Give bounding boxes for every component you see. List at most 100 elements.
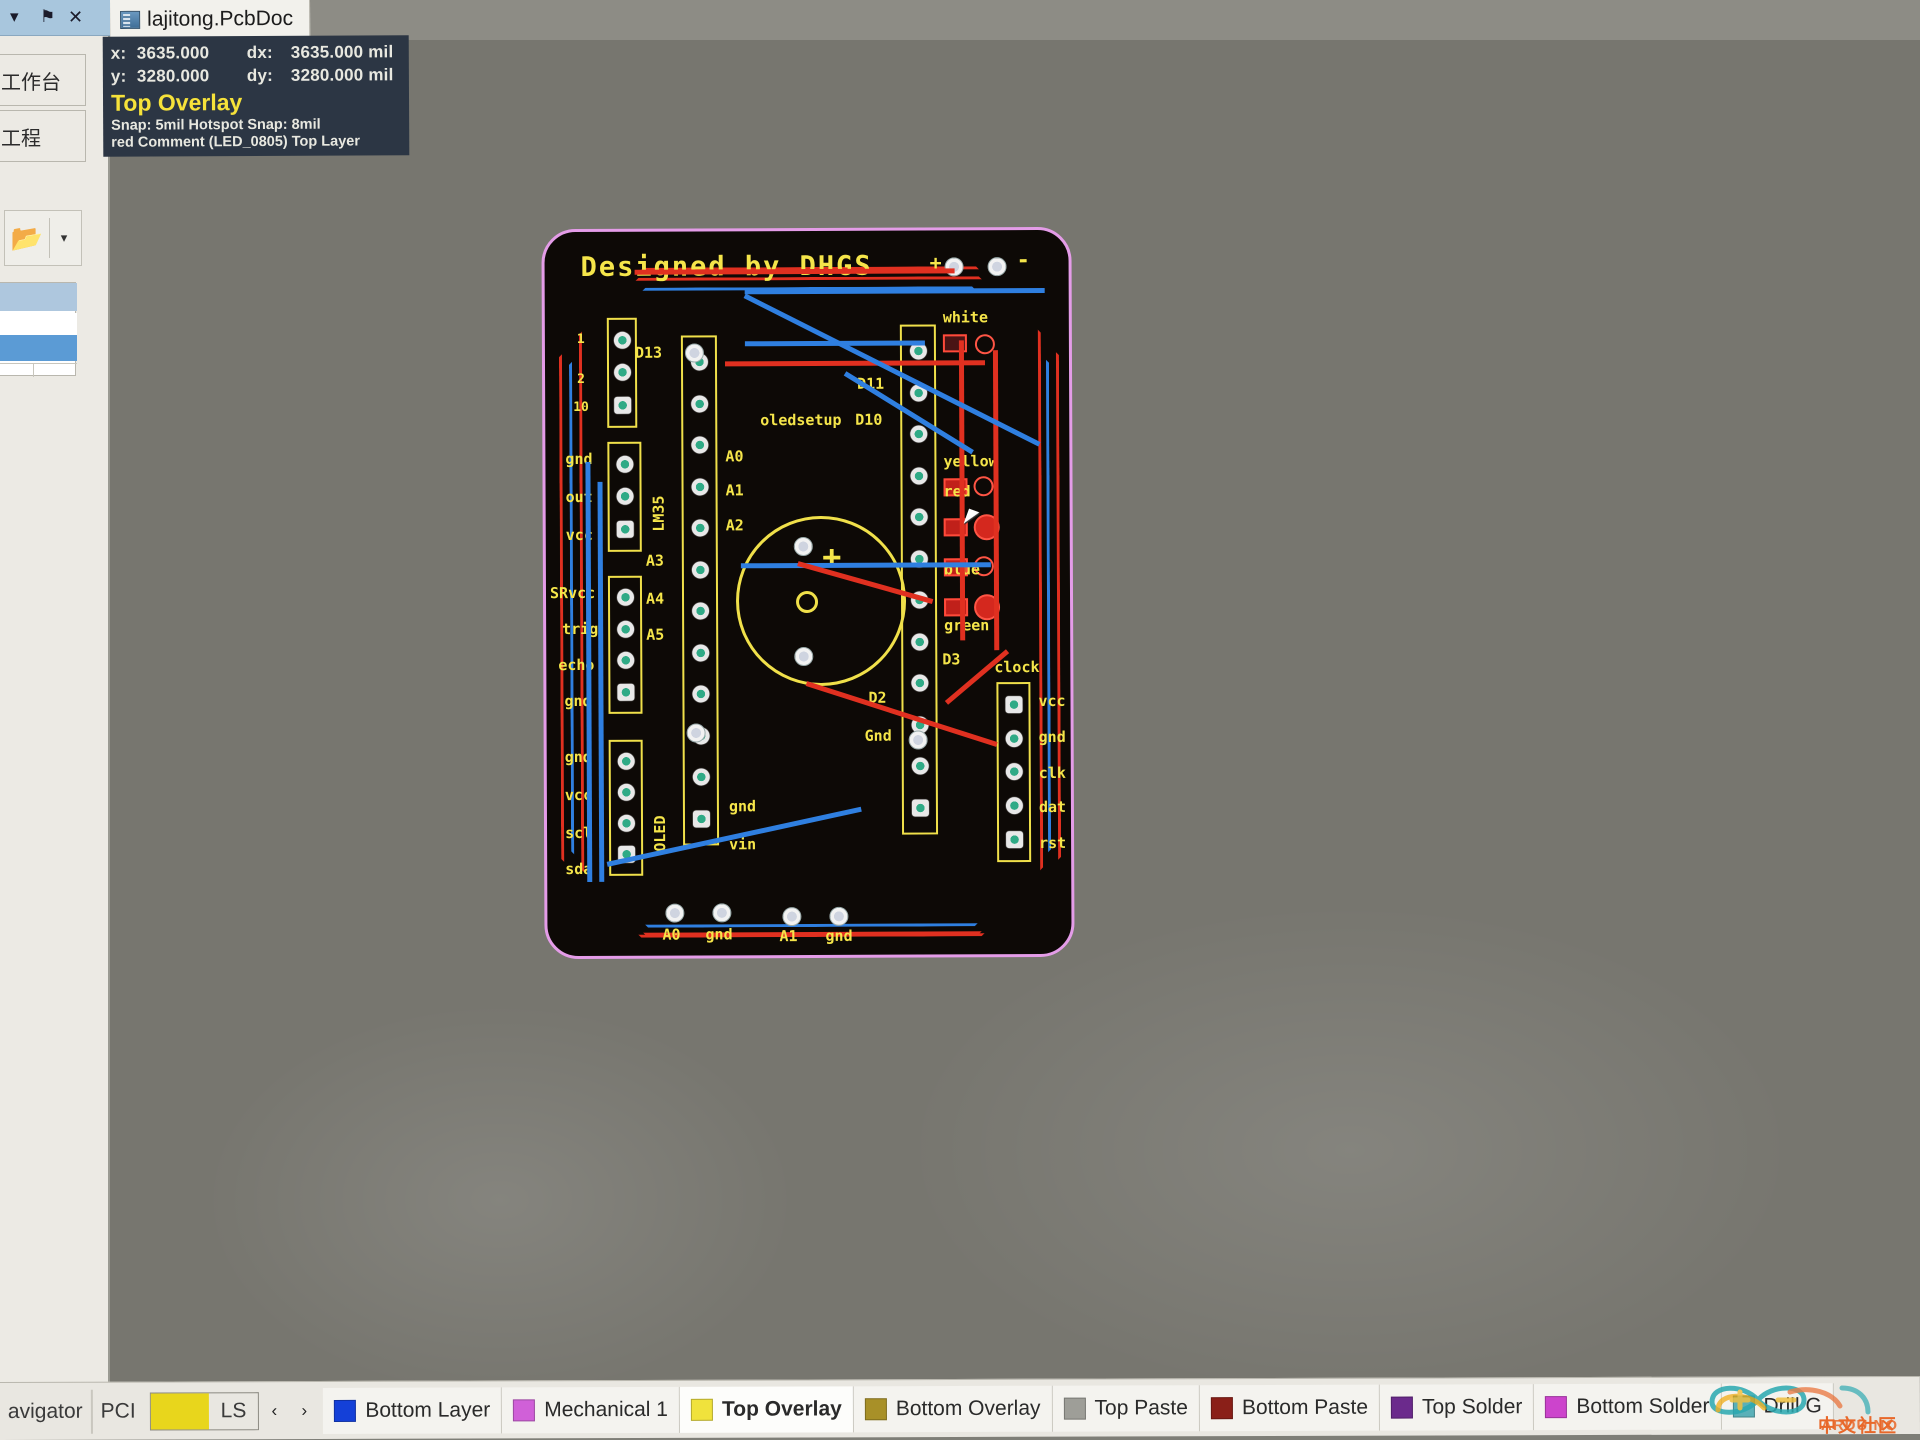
layer-tab-top-solder[interactable]: Top Solder	[1379, 1383, 1535, 1431]
pcb-pad[interactable]	[691, 644, 709, 662]
pcb-pad[interactable]	[690, 395, 708, 413]
pcb-pad-bottom-a0[interactable]	[665, 903, 685, 923]
panel-label-navigator[interactable]: avigator	[0, 1399, 91, 1423]
pcb-pad[interactable]	[616, 652, 634, 670]
pcb-pad[interactable]	[909, 467, 928, 485]
pcb-via-minus[interactable]	[987, 257, 1007, 277]
layer-tab-top-paste[interactable]: Top Paste	[1052, 1384, 1200, 1432]
project-list[interactable]	[0, 282, 77, 377]
pcb-pad[interactable]	[616, 589, 634, 607]
layer-color-swatch-icon	[1063, 1397, 1086, 1420]
pcb-connector-lm35[interactable]	[607, 441, 642, 552]
hud-x-key: x:	[110, 43, 127, 63]
pcb-pad[interactable]	[909, 425, 927, 443]
pcb-pad[interactable]	[911, 799, 929, 817]
pcb-pad[interactable]	[692, 768, 710, 786]
layer-tab-bottom-paste[interactable]: Bottom Paste	[1199, 1384, 1381, 1431]
pcb-led-white-ring[interactable]	[974, 334, 995, 355]
pcb-pad[interactable]	[1005, 830, 1023, 848]
pcb-pad[interactable]	[691, 602, 709, 620]
pcb-pad[interactable]	[615, 455, 633, 473]
pcb-pad[interactable]	[690, 478, 709, 496]
layer-tab-bottom-overlay[interactable]: Bottom Overlay	[853, 1385, 1053, 1432]
hud-snap-info: Snap: 5mil Hotspot Snap: 8mil	[111, 117, 321, 135]
pcb-label-clk-dat: dat	[1038, 797, 1067, 816]
layer-tab-bar[interactable]: avigator PCI LS ‹ › Bottom Layer Mechanic…	[0, 1375, 1920, 1440]
layer-tabs-next-button[interactable]: ›	[289, 1400, 319, 1420]
pcb-pad[interactable]	[691, 519, 709, 537]
pcb-pad[interactable]	[617, 814, 635, 832]
open-project-button-group[interactable]: 📂 ▾	[4, 210, 82, 266]
pcb-pad[interactable]	[613, 331, 631, 349]
layer-tab-bottom-solder[interactable]: Bottom Solder	[1534, 1383, 1722, 1430]
pcb-connector-topleft[interactable]	[606, 317, 638, 428]
layer-color-swatch-icon	[690, 1398, 714, 1421]
pcb-pad[interactable]	[691, 561, 709, 579]
pcb-pad[interactable]	[613, 364, 631, 382]
pcb-pad[interactable]	[616, 520, 634, 538]
pcb-pad[interactable]	[910, 674, 928, 692]
layer-set-widget[interactable]: LS	[149, 1391, 260, 1431]
pcb-buzzer-pad-2[interactable]	[794, 646, 814, 667]
pcb-connector-clock[interactable]	[996, 682, 1032, 863]
layer-tab-bottom-layer[interactable]: Bottom Layer	[323, 1386, 503, 1434]
pcb-pad[interactable]	[1005, 763, 1023, 781]
pcb-label-led-green: green	[944, 616, 990, 635]
pcb-pad-bottom-a1[interactable]	[782, 907, 802, 927]
pcb-label-gnd-hdr: gnd	[728, 797, 757, 816]
panel-section-project-label: 工程	[1, 127, 41, 150]
layer-tab-drill-g[interactable]: Drill G	[1721, 1382, 1834, 1430]
pcb-pad[interactable]	[613, 396, 631, 414]
pin-icon[interactable]: ⚑	[40, 8, 55, 25]
pcb-via[interactable]	[684, 343, 704, 363]
list-item-selected[interactable]	[0, 335, 77, 361]
panel-label-pcb[interactable]: PCI	[93, 1399, 144, 1423]
layer-tab-mechanical-1[interactable]: Mechanical 1	[502, 1386, 681, 1433]
pcb-via[interactable]	[686, 723, 706, 743]
layer-tabs-prev-button[interactable]: ‹	[259, 1401, 289, 1421]
pcb-pad[interactable]	[692, 810, 710, 828]
pcb-pad[interactable]	[1005, 729, 1023, 748]
pcb-connector-digital-header[interactable]	[899, 324, 939, 835]
list-item[interactable]	[0, 313, 77, 335]
list-item[interactable]	[0, 283, 77, 311]
document-tab-lajitong[interactable]: lajitong.PcbDoc	[110, 0, 311, 40]
pcb-pad[interactable]	[1004, 696, 1023, 714]
layer-tab-top-overlay[interactable]: Top Overlay	[679, 1385, 854, 1433]
hud-dx-value: 3635.000 mil	[290, 42, 394, 62]
pcb-board[interactable]: Designed by DHGS + - 1 2 10 gnd out vcc …	[541, 226, 1075, 960]
pcb-pad[interactable]	[911, 757, 929, 775]
pcb-label-a2: A2	[725, 516, 744, 535]
pcb-pad[interactable]	[690, 436, 708, 454]
pcb-pad-bottom-gnd2[interactable]	[829, 906, 849, 926]
close-icon[interactable]: ✕	[68, 8, 83, 26]
layer-color-swatch-icon	[1210, 1396, 1233, 1419]
pcb-via[interactable]	[908, 730, 928, 750]
pcb-pad[interactable]	[910, 633, 928, 651]
chevron-down-icon[interactable]: ▾	[10, 8, 19, 25]
pcb-buzzer-pad-1[interactable]	[793, 536, 813, 557]
panel-section-workbench[interactable]: 工作台	[0, 54, 86, 106]
pcb-connector-sr04[interactable]	[607, 575, 643, 714]
layer-tab-label: Top Overlay	[721, 1396, 842, 1421]
pcb-connector-analog-header[interactable]	[680, 335, 720, 846]
pcb-pad[interactable]	[616, 620, 634, 638]
layer-tabs-container[interactable]: Bottom Layer Mechanical 1 Top Overlay Botto…	[323, 1380, 1834, 1437]
pcb-pad[interactable]	[616, 488, 634, 506]
pcb-pad[interactable]	[691, 685, 709, 703]
pcb-pad[interactable]	[617, 783, 635, 801]
pcb-label-tl1: 1	[576, 331, 585, 348]
pcb-label-clk-clk: clk	[1038, 763, 1066, 782]
left-dock-panel[interactable]: ▾ ⚑ ✕ 工作台 工程 📂 ▾	[0, 0, 110, 1385]
open-folder-icon[interactable]: 📂	[5, 218, 49, 258]
chevron-down-icon[interactable]: ▾	[50, 230, 78, 246]
panel-section-project[interactable]: 工程	[0, 110, 86, 162]
pcb-pad[interactable]	[910, 508, 928, 526]
pcb-led-yellow-ring[interactable]	[973, 476, 994, 497]
pcb-pad[interactable]	[616, 683, 634, 701]
layer-color-swatch-icon	[513, 1398, 536, 1421]
pcb-pad[interactable]	[1005, 797, 1023, 815]
pcb-pad-bottom-gnd1[interactable]	[712, 903, 732, 923]
pcb-via-plus[interactable]	[944, 257, 964, 277]
pcb-pad[interactable]	[617, 752, 635, 770]
